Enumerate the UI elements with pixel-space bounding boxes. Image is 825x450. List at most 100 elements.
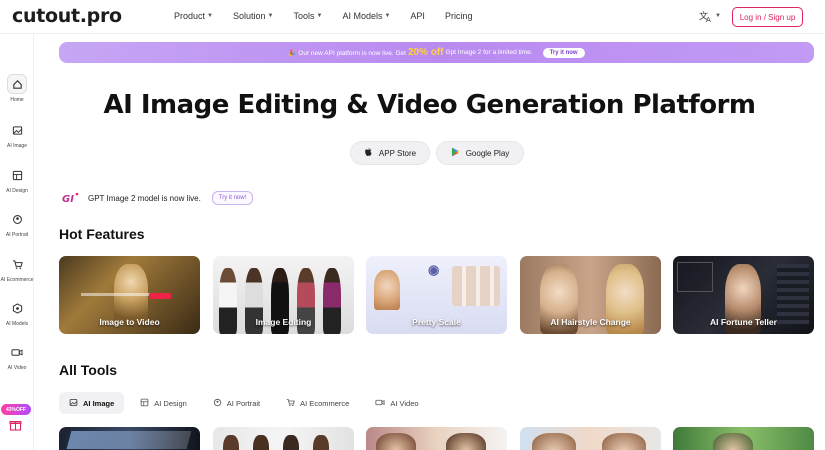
card-image bbox=[446, 433, 486, 450]
promo-banner: 🎉 Our new API platform is now live. Get … bbox=[59, 42, 814, 63]
tab-label: AI Image bbox=[83, 398, 115, 408]
sidebar-item-ai-design[interactable]: AI Design bbox=[0, 165, 34, 194]
portrait-icon bbox=[7, 209, 27, 229]
sidebar-item-ai-image[interactable]: AI Image bbox=[0, 120, 34, 149]
tool-card[interactable] bbox=[673, 427, 814, 450]
nav-api-label: API bbox=[410, 11, 425, 21]
tab-ai-ecommerce[interactable]: AI Ecommerce bbox=[276, 392, 359, 414]
design-icon bbox=[140, 398, 149, 409]
gpt-try-button[interactable]: Try it now! bbox=[211, 191, 254, 205]
models-icon bbox=[7, 298, 27, 318]
card-image bbox=[283, 435, 299, 450]
svg-text:A: A bbox=[706, 16, 711, 23]
image-icon bbox=[69, 398, 78, 409]
sidebar-item-label: AI Models bbox=[5, 321, 29, 327]
sidebar-item-label: AI Video bbox=[7, 365, 27, 371]
nav-pricing-label: Pricing bbox=[444, 11, 473, 21]
tab-ai-video[interactable]: AI Video bbox=[365, 392, 428, 414]
sidebar-item-label: AI Ecommerce bbox=[0, 277, 34, 283]
card-decoration bbox=[677, 262, 713, 292]
sidebar-item-label: AI Image bbox=[6, 143, 27, 149]
feature-card-label: AI Hairstyle Change bbox=[550, 317, 631, 327]
progress-bar bbox=[81, 293, 151, 296]
nav-solution[interactable]: Solution ▼ bbox=[233, 11, 273, 21]
gpt-logo-icon: GI bbox=[62, 191, 80, 205]
nav-ai-models[interactable]: AI Models ▼ bbox=[342, 11, 390, 21]
google-play-label: Google Play bbox=[465, 148, 510, 158]
card-image bbox=[452, 266, 500, 306]
feature-card-image-to-video[interactable]: Image to Video bbox=[59, 256, 200, 334]
sidebar-item-ai-ecommerce[interactable]: AI Ecommerce bbox=[0, 254, 34, 283]
feature-card-label: Image Editing bbox=[255, 317, 312, 327]
feature-card-pretty-scale[interactable]: ◉ Pretty Scale bbox=[366, 256, 507, 334]
card-image bbox=[602, 433, 646, 450]
app-store-button[interactable]: APP Store bbox=[350, 141, 430, 165]
tab-label: AI Video bbox=[390, 398, 419, 408]
feature-card-label: AI Fortune Teller bbox=[710, 317, 777, 327]
card-image bbox=[66, 431, 192, 449]
card-image bbox=[253, 435, 269, 450]
nav-api[interactable]: API bbox=[410, 11, 425, 21]
sidebar-item-label: AI Design bbox=[6, 188, 28, 194]
tab-label: AI Portrait bbox=[226, 398, 261, 408]
chevron-down-icon: ▼ bbox=[267, 13, 274, 19]
sidebar-item-ai-models[interactable]: AI Models bbox=[0, 298, 34, 327]
tool-card[interactable] bbox=[366, 427, 507, 450]
tools-tabs: AI Image AI Design AI Portrait AI Ecomme… bbox=[59, 392, 429, 414]
gift-icon[interactable] bbox=[9, 418, 22, 434]
nav-tools[interactable]: Tools ▼ bbox=[293, 11, 322, 21]
gpt-notice-text: GPT Image 2 model is now live. bbox=[88, 193, 201, 203]
nav-ai-models-label: AI Models bbox=[342, 11, 383, 21]
chevron-down-icon[interactable]: ▼ bbox=[715, 13, 721, 19]
feature-card-ai-fortune-teller[interactable]: AI Fortune Teller bbox=[673, 256, 814, 334]
nav-solution-label: Solution bbox=[232, 11, 266, 21]
sidebar-item-ai-portrait[interactable]: AI Portrait bbox=[0, 209, 34, 238]
feature-card-image-editing[interactable]: Image Editing bbox=[213, 256, 354, 334]
tab-ai-portrait[interactable]: AI Portrait bbox=[203, 392, 270, 414]
apple-icon bbox=[364, 147, 373, 159]
discount-badge[interactable]: 43%OFF bbox=[1, 404, 31, 415]
tool-card[interactable] bbox=[213, 427, 354, 450]
sidebar-item-home[interactable]: Home bbox=[0, 74, 34, 103]
feature-card-label: Pretty Scale bbox=[412, 317, 461, 327]
nav-product-label: Product bbox=[174, 11, 206, 21]
sidebar: Home AI Image AI Design AI Portrait AI E… bbox=[0, 34, 34, 450]
card-image bbox=[532, 433, 576, 450]
top-nav: cutout.pro Product ▼ Solution ▼ Tools ▼ AI … bbox=[0, 0, 825, 34]
hot-features-title: Hot Features bbox=[59, 226, 145, 242]
nav-product[interactable]: Product ▼ bbox=[174, 11, 213, 21]
login-signup-button[interactable]: Log in / Sign up bbox=[732, 7, 803, 27]
tab-ai-image[interactable]: AI Image bbox=[59, 392, 125, 414]
card-image bbox=[713, 433, 753, 450]
video-icon bbox=[7, 342, 27, 362]
nav-pricing[interactable]: Pricing bbox=[445, 11, 473, 21]
video-icon bbox=[375, 398, 385, 409]
play-badge bbox=[149, 293, 171, 299]
card-image bbox=[374, 270, 400, 310]
nav-menu: Product ▼ Solution ▼ Tools ▼ AI Models ▼ API… bbox=[174, 11, 492, 21]
cart-icon bbox=[7, 254, 27, 274]
google-play-icon bbox=[451, 147, 460, 159]
card-decoration bbox=[777, 264, 809, 324]
tab-label: AI Ecommerce bbox=[300, 398, 350, 408]
feature-card-ai-hairstyle-change[interactable]: AI Hairstyle Change bbox=[520, 256, 661, 334]
tool-card[interactable] bbox=[520, 427, 661, 450]
card-image bbox=[223, 435, 239, 450]
sidebar-item-label: Home bbox=[10, 97, 24, 103]
cart-icon bbox=[286, 398, 295, 409]
tool-card[interactable] bbox=[59, 427, 200, 450]
card-image bbox=[376, 433, 416, 450]
sidebar-item-label: AI Portrait bbox=[5, 232, 29, 238]
nav-tools-label: Tools bbox=[293, 11, 315, 21]
logo[interactable]: cutout.pro bbox=[12, 5, 122, 27]
google-play-button[interactable]: Google Play bbox=[436, 141, 524, 165]
chevron-down-icon: ▼ bbox=[384, 13, 391, 19]
sidebar-item-ai-video[interactable]: AI Video bbox=[0, 342, 34, 371]
tab-ai-design[interactable]: AI Design bbox=[130, 392, 197, 414]
card-image bbox=[313, 435, 329, 450]
translate-icon[interactable]: 文A bbox=[699, 9, 713, 24]
tab-label: AI Design bbox=[154, 398, 187, 408]
page-title: AI Image Editing & Video Generation Plat… bbox=[103, 90, 757, 120]
portrait-icon bbox=[213, 398, 222, 409]
banner-try-button[interactable]: Try it now bbox=[542, 47, 585, 58]
